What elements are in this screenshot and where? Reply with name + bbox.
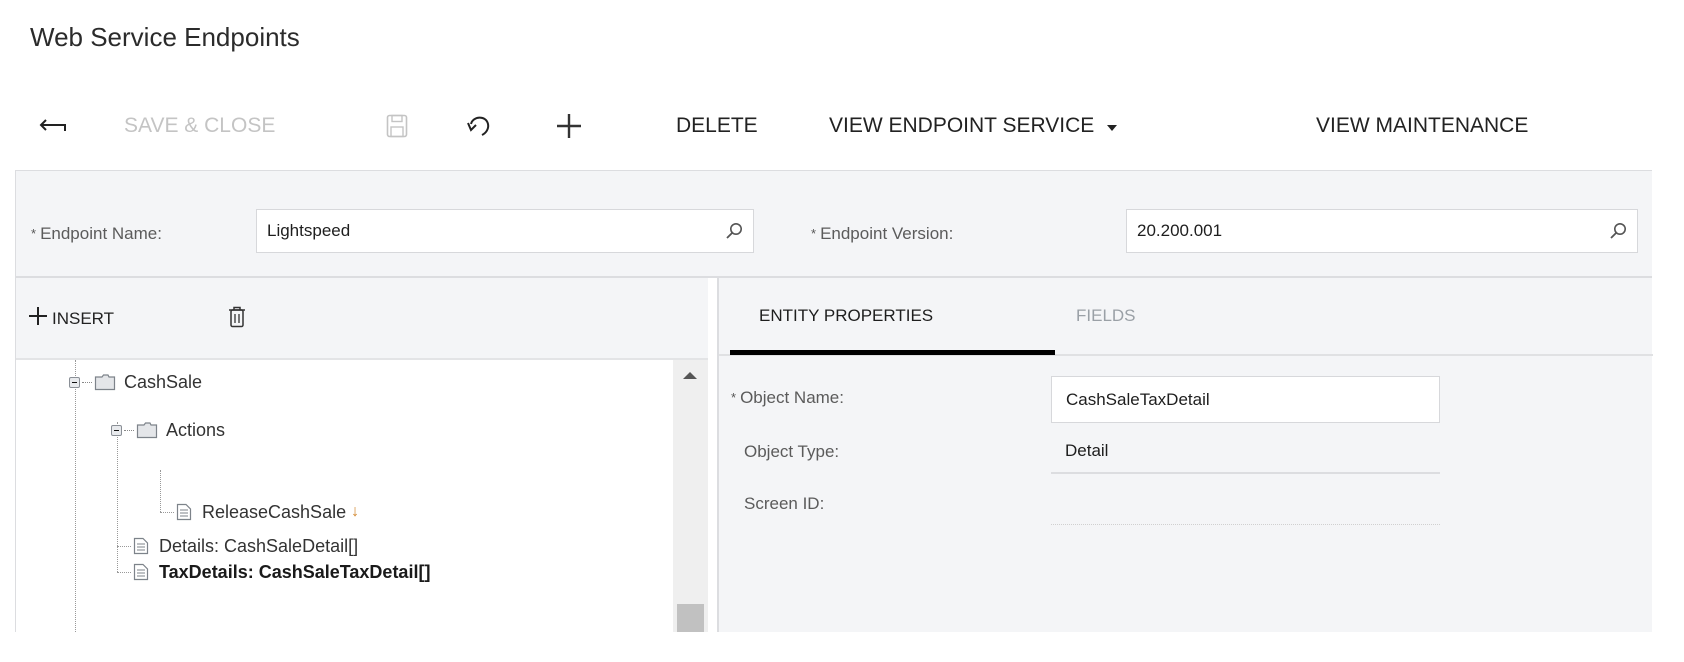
tab-entity-properties[interactable]: ENTITY PROPERTIES (759, 306, 933, 326)
tree-connector (160, 512, 174, 513)
endpoint-name-value: Lightspeed (267, 221, 351, 240)
object-name-label-text: Object Name: (740, 388, 844, 407)
entity-tree: CashSale Actions ReleaseCashSale ↓ Detai… (16, 358, 673, 632)
search-icon[interactable] (1609, 222, 1627, 245)
view-endpoint-service-label: VIEW ENDPOINT SERVICE (829, 114, 1095, 137)
tree-connector (160, 470, 161, 512)
page-title: Web Service Endpoints (30, 22, 300, 52)
document-icon (176, 503, 192, 521)
search-icon[interactable] (725, 222, 743, 245)
save-icon (386, 114, 408, 138)
endpoint-version-label: * Endpoint Version: (811, 224, 953, 244)
tree-node-label: ReleaseCashSale (202, 501, 347, 522)
endpoint-name-label-text: Endpoint Name: (40, 224, 162, 243)
object-name-label: * Object Name: (731, 388, 844, 408)
delete-row-button[interactable] (228, 306, 246, 333)
endpoint-version-value: 20.200.001 (1137, 221, 1223, 240)
view-endpoint-service-button[interactable]: VIEW ENDPOINT SERVICE (829, 104, 1118, 148)
tree-connector (117, 422, 118, 572)
tab-fields[interactable]: FIELDS (1076, 306, 1136, 326)
object-name-field[interactable]: CashSaleTaxDetail (1051, 376, 1440, 423)
active-tab-indicator (730, 350, 1055, 355)
tree-node-releasecashsale[interactable]: ReleaseCashSale ↓ (176, 498, 359, 526)
folder-icon (136, 421, 158, 439)
tree-toolbar: INSERT (16, 278, 709, 358)
back-button[interactable] (38, 104, 68, 148)
main-toolbar: SAVE & CLOSE DELETE VIEW ENDPOINT SERVIC… (0, 104, 1684, 148)
save-close-button[interactable]: SAVE & CLOSE (124, 104, 275, 148)
endpoint-name-field[interactable]: Lightspeed (256, 209, 754, 253)
tree-node-label: Details: CashSaleDetail[] (159, 535, 359, 556)
tree-connector (117, 546, 131, 547)
folder-icon (94, 373, 116, 391)
undo-button[interactable] (466, 104, 492, 148)
tree-connector (117, 572, 131, 573)
endpoint-version-field[interactable]: 20.200.001 (1126, 209, 1638, 253)
view-maintenance-button[interactable]: VIEW MAINTENANCE (1316, 104, 1528, 148)
tree-connector (82, 381, 92, 383)
delete-button[interactable]: DELETE (676, 104, 758, 148)
object-name-value: CashSaleTaxDetail (1066, 389, 1210, 409)
collapse-toggle-icon[interactable] (111, 424, 122, 436)
trash-icon (228, 306, 246, 332)
plus-icon (555, 112, 583, 140)
entity-details-panel: ENTITY PROPERTIES FIELDS * Object Name: C… (718, 278, 1653, 632)
tree-scrollbar[interactable] (673, 358, 708, 632)
endpoint-form: * Endpoint Name: Lightspeed * Endpoint Ver… (15, 170, 1652, 276)
scroll-up-arrow-icon[interactable] (683, 372, 697, 379)
tree-node-label: CashSale (124, 371, 203, 392)
back-arrow-icon (38, 116, 68, 136)
document-icon (133, 563, 149, 581)
screen-id-label: Screen ID: (744, 494, 825, 513)
save-button[interactable] (386, 104, 408, 148)
tree-connector (124, 429, 134, 431)
tree-node-details[interactable]: Details: CashSaleDetail[] (133, 532, 358, 560)
add-button[interactable] (555, 104, 583, 148)
collapse-toggle-icon[interactable] (69, 376, 80, 388)
endpoint-name-label: * Endpoint Name: (31, 224, 162, 244)
required-mark: * (811, 226, 817, 241)
object-type-label: Object Type: (744, 442, 840, 461)
object-type-value: Detail (1065, 441, 1109, 460)
tree-node-label: Actions (166, 419, 226, 440)
insert-button[interactable]: INSERT (28, 306, 114, 331)
undo-icon (466, 114, 492, 138)
tree-node-taxdetails[interactable]: TaxDetails: CashSaleTaxDetail[] (133, 558, 430, 586)
endpoint-version-label-text: Endpoint Version: (820, 224, 954, 243)
object-type-field: Detail (1051, 430, 1440, 474)
screen-id-field (1051, 490, 1440, 525)
plus-icon (28, 306, 48, 331)
tree-node-cashsale[interactable]: CashSale (69, 368, 202, 396)
required-mark: * (31, 226, 37, 241)
arrow-down-icon: ↓ (351, 503, 360, 520)
document-icon (133, 537, 149, 555)
tree-node-label: TaxDetails: CashSaleTaxDetail[] (159, 561, 431, 582)
caret-down-icon (1106, 114, 1118, 138)
scroll-thumb[interactable] (677, 604, 704, 632)
insert-label: INSERT (52, 308, 115, 328)
details-tabs: ENTITY PROPERTIES FIELDS (719, 278, 1653, 356)
tree-node-actions[interactable]: Actions (111, 416, 225, 444)
tree-connector (75, 360, 76, 632)
entity-tree-panel: INSERT CashSale Actions ReleaseCashSale … (15, 278, 708, 632)
required-mark: * (731, 390, 737, 405)
panel-splitter[interactable] (708, 278, 718, 632)
